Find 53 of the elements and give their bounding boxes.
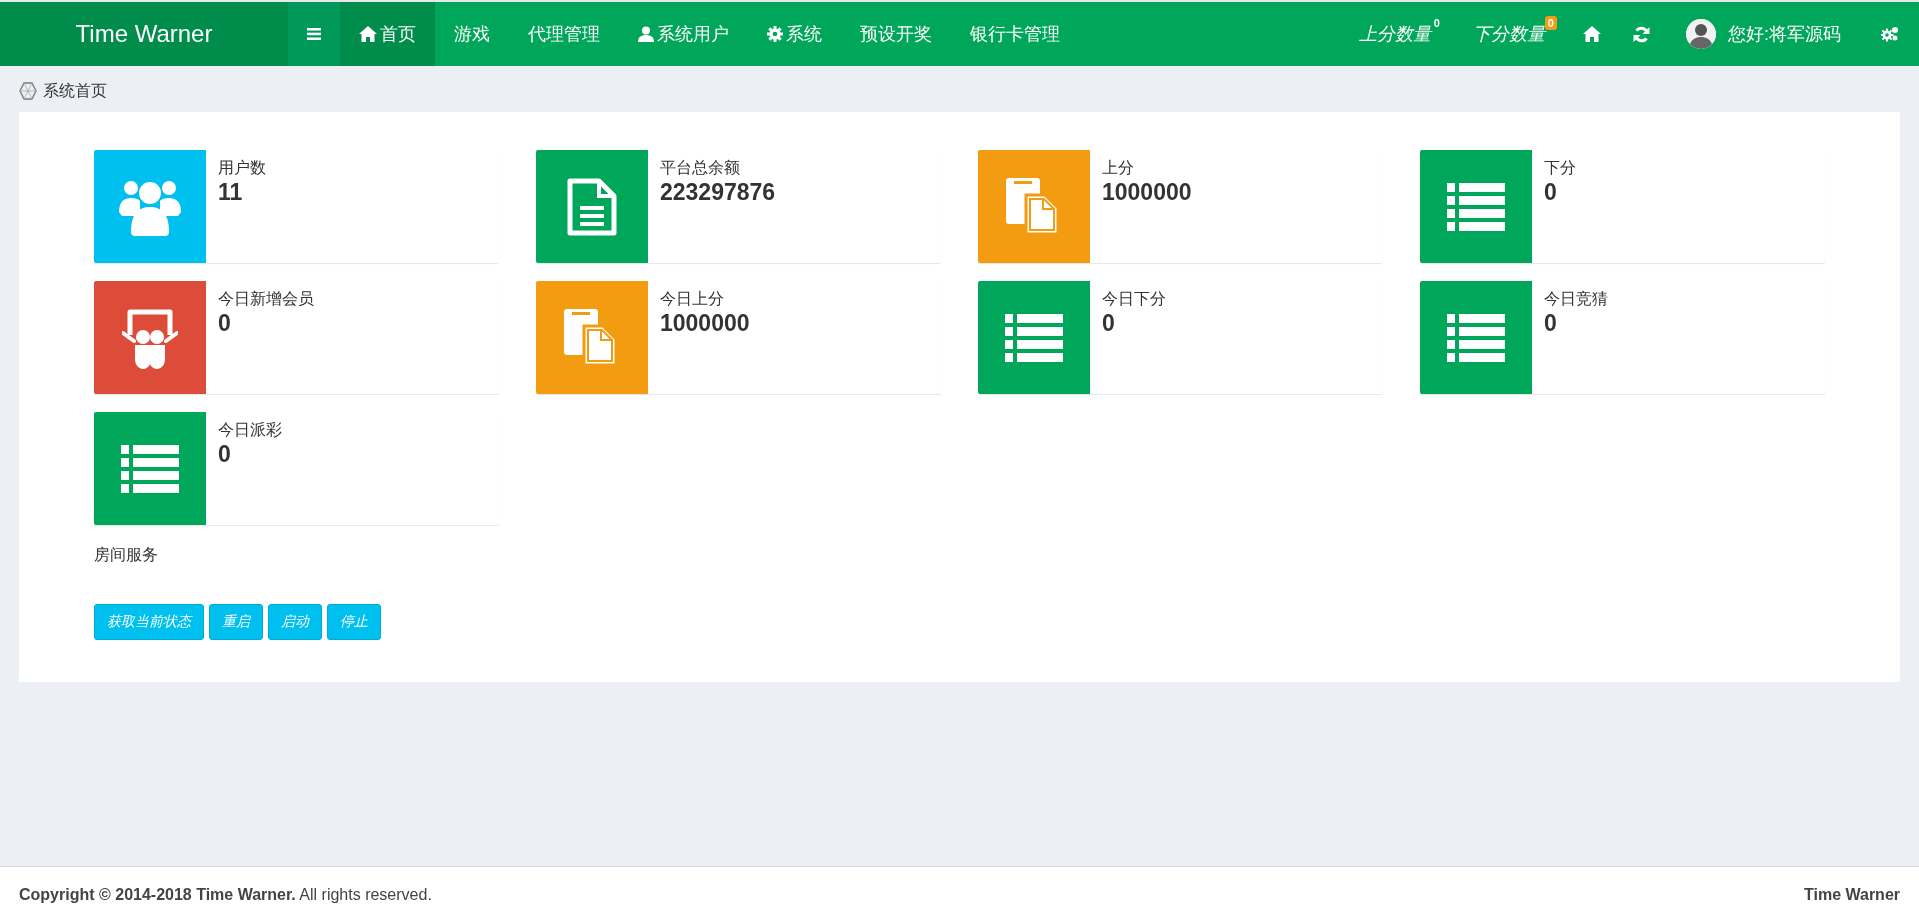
stat-value: 1000000	[660, 310, 750, 337]
stat-label: 上分	[1102, 158, 1135, 178]
count-number: 0	[1433, 16, 1441, 30]
stat-label: 下分	[1544, 158, 1576, 178]
stat-value: 11	[218, 179, 244, 206]
user-icon	[638, 26, 654, 42]
gear-icon	[767, 26, 783, 42]
list-icon	[1447, 182, 1505, 231]
breadcrumb-title: 系统首页	[43, 80, 107, 101]
nav-item[interactable]: 银行卡管理	[951, 2, 1079, 66]
nav-item[interactable]: 系统	[748, 2, 841, 66]
user-menu[interactable]: 您好:将军源码	[1666, 2, 1861, 66]
dashboard-icon	[19, 82, 37, 100]
action-button[interactable]: 获取当前状态	[94, 604, 204, 640]
stat-value: 0	[1544, 310, 1558, 337]
menu-toggle-button[interactable]	[288, 2, 340, 66]
stat-label: 今日派彩	[218, 420, 282, 440]
nav-item[interactable]: 代理管理	[509, 2, 619, 66]
avatar	[1686, 19, 1716, 49]
nav-item[interactable]: 首页	[340, 2, 435, 66]
action-button[interactable]: 停止	[327, 604, 381, 640]
stat-value: 223297876	[660, 179, 776, 206]
stat-value: 0	[218, 441, 232, 468]
stat-label: 用户数	[218, 158, 266, 178]
action-button[interactable]: 重启	[209, 604, 263, 640]
nav-item[interactable]: 游戏	[435, 2, 509, 66]
stat-label: 今日竞猜	[1544, 289, 1608, 309]
action-button[interactable]: 启动	[268, 604, 322, 640]
document-icon	[567, 177, 617, 236]
list-icon	[1005, 313, 1063, 362]
settings-icon	[1881, 26, 1899, 42]
stat-value: 0	[1102, 310, 1116, 337]
footer-brand: Time Warner	[1803, 885, 1900, 904]
menu-icon	[307, 28, 321, 40]
stat-value: 1000000	[1102, 179, 1192, 206]
stat-label: 今日上分	[660, 289, 725, 309]
list-icon	[1447, 313, 1505, 362]
count-badge: 0	[1544, 16, 1557, 30]
brand-title: Time Warner	[0, 2, 288, 66]
refresh-icon	[1633, 25, 1650, 43]
greeting: 您好:将军源码	[1728, 23, 1841, 46]
stat-label: 平台总余额	[660, 158, 741, 178]
home-icon	[1583, 26, 1601, 42]
stat-value: 0	[218, 310, 232, 337]
stat-value: 0	[1544, 179, 1558, 206]
section-title: 房间服务	[94, 545, 158, 565]
nav-item[interactable]: 预设开奖	[841, 2, 951, 66]
home-icon	[359, 26, 377, 42]
stat-label: 今日下分	[1102, 289, 1166, 309]
nav-item[interactable]: 系统用户	[619, 2, 748, 66]
stat-label: 今日新增会员	[218, 289, 314, 309]
copyright-text: Copyright © 2014-2018 Time Warner. All rights reserved.	[19, 885, 432, 904]
list-icon	[121, 444, 179, 493]
